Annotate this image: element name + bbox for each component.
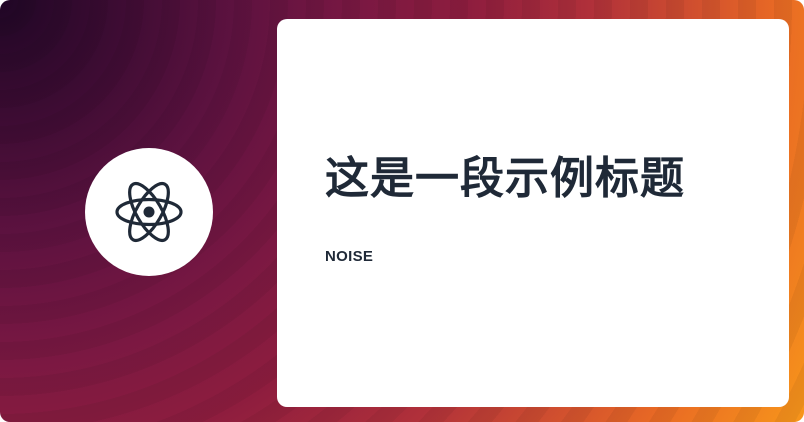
title-card: 这是一段示例标题 NOISE: [277, 19, 789, 407]
background-canvas: 这是一段示例标题 NOISE: [0, 0, 804, 422]
atom-icon: [115, 181, 183, 243]
card-title: 这是一段示例标题: [325, 153, 685, 204]
card-subtitle: NOISE: [325, 248, 374, 265]
logo-badge: [85, 148, 213, 276]
